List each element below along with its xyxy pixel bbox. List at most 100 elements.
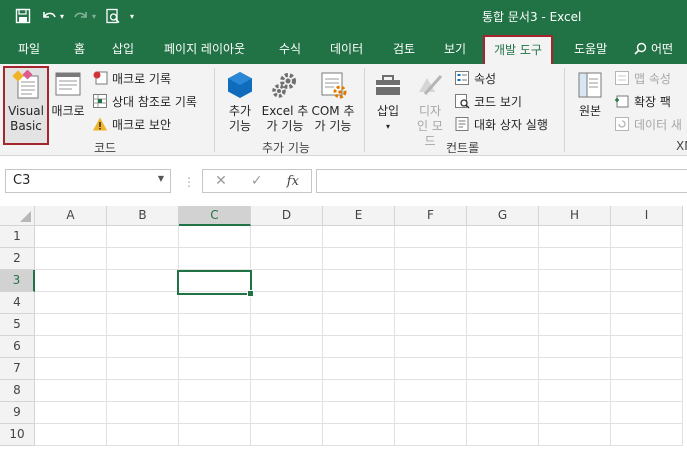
run-dialog-button[interactable]: 대화 상자 실행 (454, 114, 548, 134)
cell-f1[interactable] (395, 226, 467, 248)
cell-f8[interactable] (395, 380, 467, 402)
cell-c4[interactable] (179, 292, 251, 314)
row-header-4[interactable]: 4 (0, 292, 35, 314)
cell-h7[interactable] (539, 358, 611, 380)
record-macro-button[interactable]: 매크로 기록 (92, 68, 171, 88)
column-header-i[interactable]: I (611, 206, 683, 226)
cell-h10[interactable] (539, 424, 611, 446)
row-header-7[interactable]: 7 (0, 358, 35, 380)
cell-b7[interactable] (107, 358, 179, 380)
select-all-corner[interactable] (0, 206, 35, 226)
row-header-6[interactable]: 6 (0, 336, 35, 358)
cell-e1[interactable] (323, 226, 395, 248)
cell-e9[interactable] (323, 402, 395, 424)
cell-f5[interactable] (395, 314, 467, 336)
view-code-button[interactable]: 코드 보기 (454, 91, 522, 111)
cell-g8[interactable] (467, 380, 539, 402)
xml-source-button[interactable]: 원본 (572, 70, 608, 119)
cell-h3[interactable] (539, 270, 611, 292)
row-header-5[interactable]: 5 (0, 314, 35, 336)
cell-g10[interactable] (467, 424, 539, 446)
row-header-2[interactable]: 2 (0, 248, 35, 270)
cell-c7[interactable] (179, 358, 251, 380)
cell-b1[interactable] (107, 226, 179, 248)
cell-g7[interactable] (467, 358, 539, 380)
cell-h5[interactable] (539, 314, 611, 336)
row-header-9[interactable]: 9 (0, 402, 35, 424)
cell-e7[interactable] (323, 358, 395, 380)
excel-addins-button[interactable]: Excel 추가 기능 (261, 70, 309, 134)
cell-a1[interactable] (35, 226, 107, 248)
cancel-icon[interactable]: ✕ (215, 173, 227, 189)
cell-g6[interactable] (467, 336, 539, 358)
com-addins-button[interactable]: COM 추가 기능 (309, 70, 357, 134)
cell-c8[interactable] (179, 380, 251, 402)
cell-a5[interactable] (35, 314, 107, 336)
tab-home[interactable]: 홈 (74, 40, 85, 57)
cell-e6[interactable] (323, 336, 395, 358)
cell-f7[interactable] (395, 358, 467, 380)
cell-g3[interactable] (467, 270, 539, 292)
design-mode-button[interactable]: 디자인 모드 (410, 70, 450, 149)
cell-a6[interactable] (35, 336, 107, 358)
addins-button[interactable]: 추가 기능 (222, 70, 258, 134)
cell-f3[interactable] (395, 270, 467, 292)
cell-h8[interactable] (539, 380, 611, 402)
cell-d9[interactable] (251, 402, 323, 424)
cell-b2[interactable] (107, 248, 179, 270)
tab-review[interactable]: 검토 (393, 40, 415, 57)
cell-a9[interactable] (35, 402, 107, 424)
cell-i8[interactable] (611, 380, 683, 402)
tab-page-layout[interactable]: 페이지 레이아웃 (164, 40, 245, 57)
row-header-10[interactable]: 10 (0, 424, 35, 446)
cell-d2[interactable] (251, 248, 323, 270)
cell-h4[interactable] (539, 292, 611, 314)
properties-button[interactable]: 속성 (454, 68, 496, 88)
insert-control-button[interactable]: 삽입 ▾ (370, 70, 406, 134)
cell-i6[interactable] (611, 336, 683, 358)
cell-b4[interactable] (107, 292, 179, 314)
chevron-down-icon[interactable]: ▼ (158, 174, 164, 183)
cell-i1[interactable] (611, 226, 683, 248)
cell-d6[interactable] (251, 336, 323, 358)
formula-bar-grip-icon[interactable]: ⋮ (183, 175, 195, 189)
save-icon[interactable] (14, 7, 32, 25)
customize-qat-icon[interactable]: ▾ (130, 12, 134, 21)
cell-a3[interactable] (35, 270, 107, 292)
cell-b3[interactable] (107, 270, 179, 292)
cell-b5[interactable] (107, 314, 179, 336)
column-header-h[interactable]: H (539, 206, 611, 226)
cell-e5[interactable] (323, 314, 395, 336)
cell-e2[interactable] (323, 248, 395, 270)
row-header-1[interactable]: 1 (0, 226, 35, 248)
cell-g2[interactable] (467, 248, 539, 270)
tab-insert[interactable]: 삽입 (112, 40, 134, 57)
cell-c2[interactable] (179, 248, 251, 270)
redo-icon[interactable] (72, 7, 90, 25)
tab-help[interactable]: 도움말 (574, 40, 607, 57)
cell-h6[interactable] (539, 336, 611, 358)
cell-c1[interactable] (179, 226, 251, 248)
cell-e8[interactable] (323, 380, 395, 402)
tab-developer[interactable]: 개발 도구 (483, 35, 553, 64)
cell-e3[interactable] (323, 270, 395, 292)
cell-i7[interactable] (611, 358, 683, 380)
cell-b6[interactable] (107, 336, 179, 358)
undo-icon[interactable] (40, 7, 58, 25)
cell-e10[interactable] (323, 424, 395, 446)
cell-a4[interactable] (35, 292, 107, 314)
cell-g5[interactable] (467, 314, 539, 336)
cell-i10[interactable] (611, 424, 683, 446)
cell-d10[interactable] (251, 424, 323, 446)
cell-c6[interactable] (179, 336, 251, 358)
row-header-3[interactable]: 3 (0, 270, 35, 292)
redo-dropdown-icon[interactable]: ▾ (92, 12, 96, 21)
cell-d1[interactable] (251, 226, 323, 248)
cell-h9[interactable] (539, 402, 611, 424)
column-header-c[interactable]: C (179, 206, 251, 226)
column-header-b[interactable]: B (107, 206, 179, 226)
cell-b9[interactable] (107, 402, 179, 424)
active-cell-selection[interactable] (177, 270, 254, 297)
expansion-packs-button[interactable]: 확장 팩 (614, 91, 671, 111)
cell-i2[interactable] (611, 248, 683, 270)
